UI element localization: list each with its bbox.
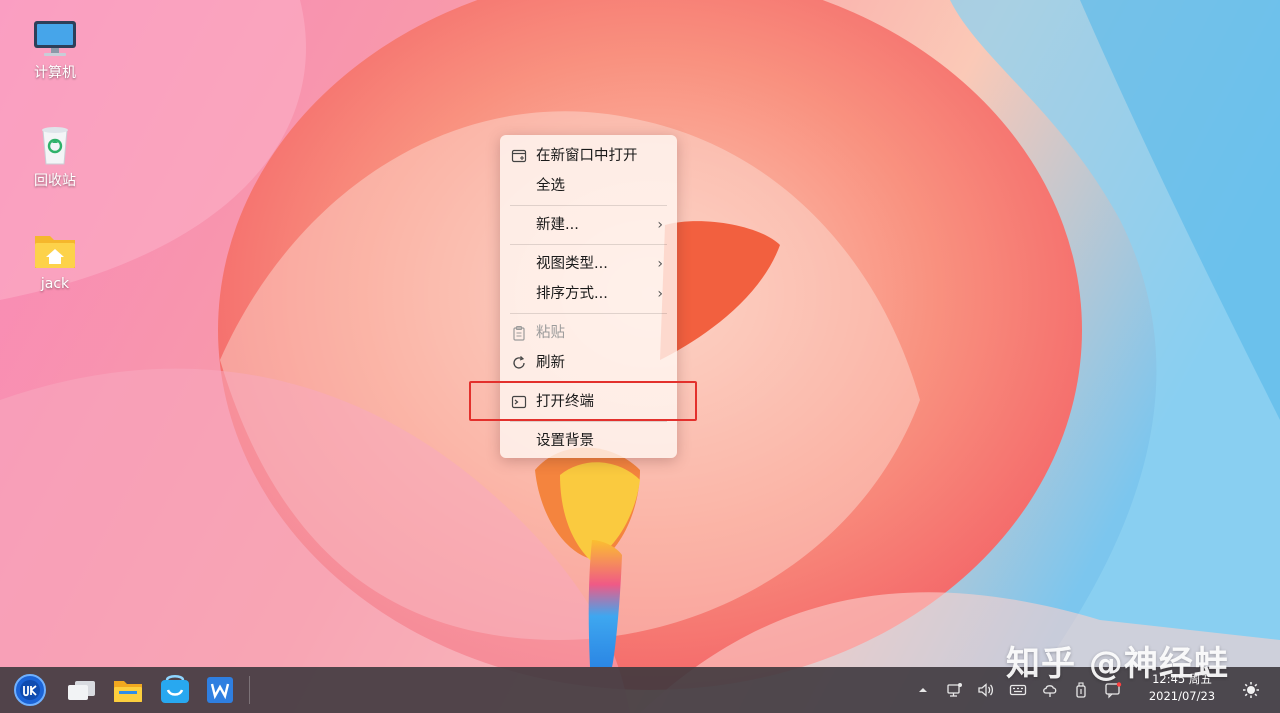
software-store-button[interactable]	[158, 673, 192, 707]
night-mode-icon[interactable]	[1241, 680, 1261, 700]
trash-icon	[42, 127, 68, 165]
start-menu-button[interactable]	[13, 673, 47, 707]
menu-item-label: 刷新	[536, 355, 565, 371]
menu-item-view-type[interactable]: 视图类型... ›	[500, 249, 677, 279]
menu-separator	[510, 205, 667, 206]
wps-icon	[207, 677, 233, 703]
menu-separator	[510, 421, 667, 422]
multitask-view-icon	[68, 681, 95, 700]
chevron-right-icon: ›	[657, 286, 663, 302]
menu-item-paste[interactable]: 粘贴	[500, 318, 677, 348]
computer-icon	[34, 21, 76, 56]
menu-item-label: 粘贴	[536, 325, 565, 341]
chevron-right-icon: ›	[657, 217, 663, 233]
watermark-text: 知乎 @神经蛙	[1006, 644, 1229, 684]
refresh-icon	[513, 356, 525, 369]
menu-item-set-background[interactable]: 设置背景	[500, 426, 677, 456]
desktop-icon-home[interactable]: jack	[15, 228, 95, 292]
desktop-icon-trash[interactable]: 回收站	[15, 122, 95, 190]
desktop-icon-computer[interactable]: 计算机	[15, 18, 95, 82]
menu-item-label: 新建...	[536, 217, 579, 233]
menu-item-open-in-new-window[interactable]: 在新窗口中打开	[500, 141, 677, 171]
desktop-icon-label: jack	[40, 276, 70, 292]
multitask-view-button[interactable]	[64, 673, 98, 707]
paste-icon	[513, 325, 525, 341]
desktop-icon-label: 回收站	[34, 173, 76, 189]
menu-item-sort-by[interactable]: 排序方式... ›	[500, 279, 677, 309]
wps-button[interactable]	[203, 673, 237, 707]
menu-item-label: 设置背景	[536, 433, 594, 449]
file-manager-button[interactable]	[111, 673, 145, 707]
file-manager-icon	[114, 681, 142, 702]
volume-icon[interactable]	[977, 681, 995, 699]
menu-item-new[interactable]: 新建... ›	[500, 210, 677, 240]
chevron-right-icon: ›	[657, 256, 663, 272]
start-menu-icon	[14, 674, 46, 706]
home-folder-icon	[35, 236, 75, 268]
software-store-icon	[161, 675, 189, 703]
desktop-icon-label: 计算机	[34, 65, 76, 81]
menu-item-select-all[interactable]: 全选	[500, 171, 677, 201]
taskbar-divider	[249, 676, 250, 704]
menu-item-refresh[interactable]: 刷新	[500, 348, 677, 378]
menu-item-label: 全选	[536, 178, 565, 194]
menu-separator	[510, 244, 667, 245]
clock-date: 2021/07/23	[1148, 689, 1216, 703]
tray-expand-icon[interactable]	[914, 681, 932, 699]
new-window-icon	[511, 149, 527, 163]
network-icon[interactable]	[945, 681, 963, 699]
menu-item-label: 排序方式...	[536, 286, 608, 302]
annotation-highlight-box	[469, 381, 697, 421]
menu-item-label: 在新窗口中打开	[536, 148, 638, 164]
menu-item-label: 视图类型...	[536, 256, 608, 272]
menu-separator	[510, 313, 667, 314]
